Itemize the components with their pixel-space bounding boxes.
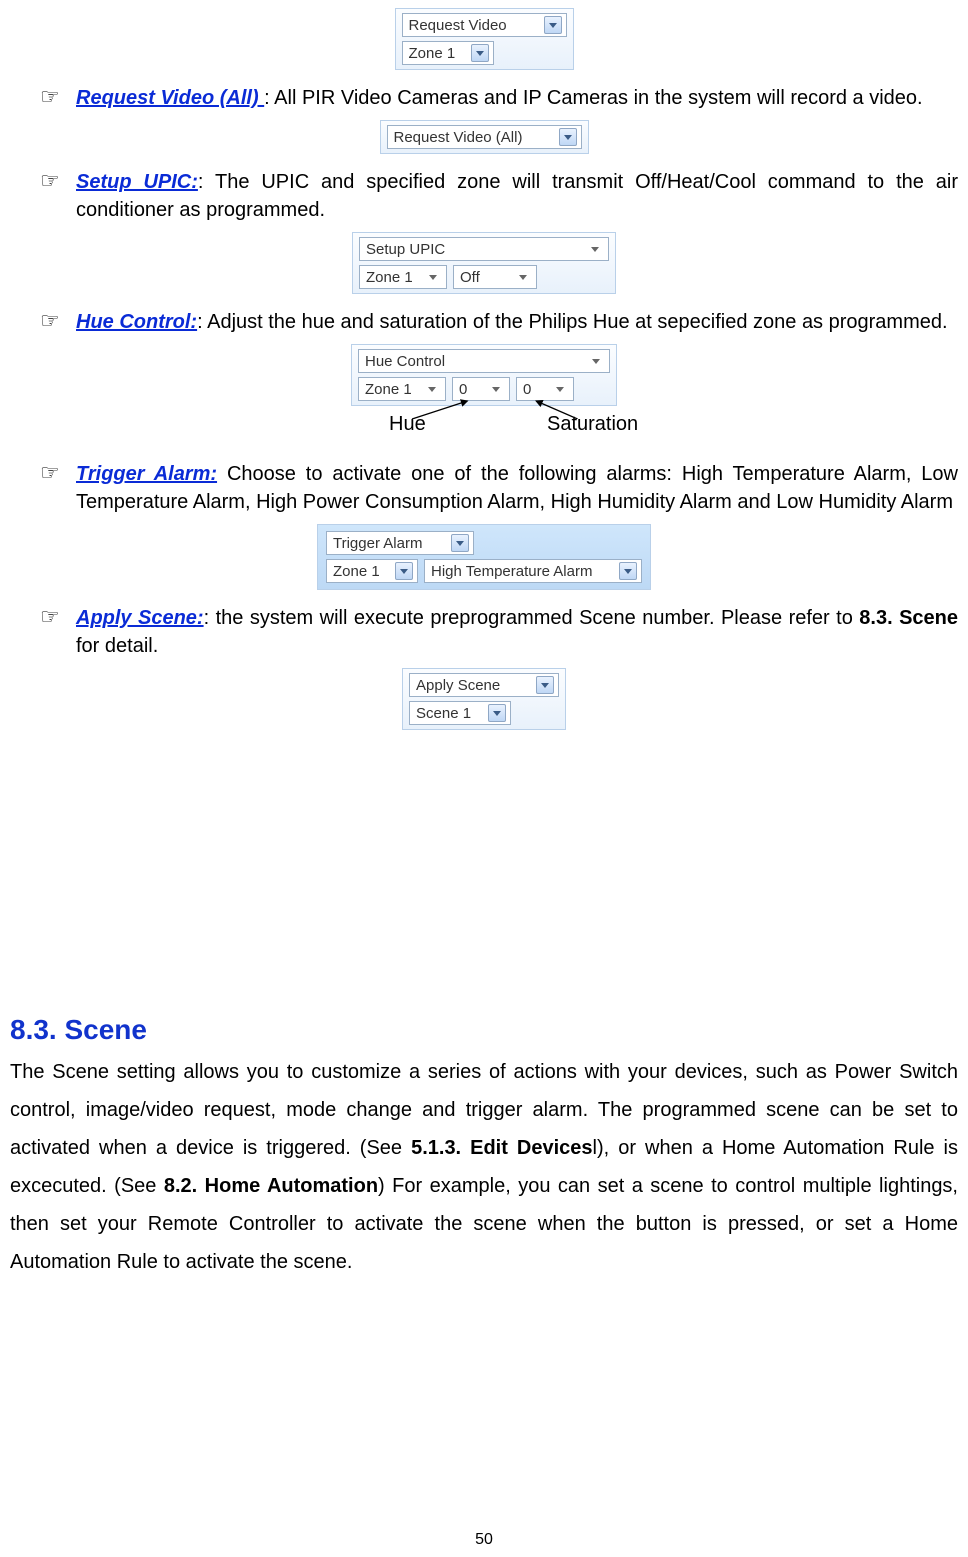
select-value: Setup UPIC xyxy=(366,239,445,260)
chevron-down-icon xyxy=(487,380,505,398)
request-video-zone-select[interactable]: Zone 1 xyxy=(402,41,494,65)
item-body: : The UPIC and specified zone will trans… xyxy=(76,171,958,221)
item-hue-control: ☞ Hue Control:: Adjust the hue and satur… xyxy=(40,308,958,336)
chevron-down-icon xyxy=(586,240,604,258)
scene-ref-edit-devices: 5.1.3. Edit Devices xyxy=(411,1137,592,1159)
item-title: Setup UPIC: xyxy=(76,171,198,193)
item-apply-scene: ☞ Apply Scene:: the system will execute … xyxy=(40,604,958,660)
pointer-icon: ☞ xyxy=(40,460,62,486)
request-video-all-select[interactable]: Request Video (All) xyxy=(387,125,582,149)
pointer-icon: ☞ xyxy=(40,84,62,110)
select-value: Zone 1 xyxy=(365,379,412,400)
saturation-value-select[interactable]: 0 xyxy=(516,377,574,401)
select-value: Request Video xyxy=(409,15,507,36)
pointer-icon: ☞ xyxy=(40,308,62,334)
chevron-down-icon xyxy=(424,268,442,286)
chevron-down-icon xyxy=(471,44,489,62)
chevron-down-icon xyxy=(514,268,532,286)
item-request-video-all: ☞ Request Video (All) : All PIR Video Ca… xyxy=(40,84,958,112)
upic-mode-select[interactable]: Off xyxy=(453,265,537,289)
item-body: : All PIR Video Cameras and IP Cameras i… xyxy=(264,87,922,109)
section-heading-scene: 8.3. Scene xyxy=(10,1010,958,1049)
item-title: Trigger Alarm: xyxy=(76,463,217,485)
hue-action-select[interactable]: Hue Control xyxy=(358,349,610,373)
select-value: Scene 1 xyxy=(416,703,471,724)
upic-zone-select[interactable]: Zone 1 xyxy=(359,265,447,289)
chevron-down-icon xyxy=(395,562,413,580)
trigger-zone-select[interactable]: Zone 1 xyxy=(326,559,418,583)
section-body-scene: The Scene setting allows you to customiz… xyxy=(10,1053,958,1281)
figure-trigger-alarm: Trigger Alarm Zone 1 High Temperature Al… xyxy=(10,524,958,590)
figure-hue-control: Hue Control Zone 1 0 0 xyxy=(10,344,958,406)
select-value: Zone 1 xyxy=(409,43,456,64)
item-title: Hue Control: xyxy=(76,311,197,333)
chevron-down-icon xyxy=(536,676,554,694)
apply-scene-number-select[interactable]: Scene 1 xyxy=(409,701,511,725)
trigger-alarm-type-select[interactable]: High Temperature Alarm xyxy=(424,559,642,583)
select-value: 0 xyxy=(523,379,531,400)
chevron-down-icon xyxy=(423,380,441,398)
request-video-action-select[interactable]: Request Video xyxy=(402,13,567,37)
select-value: Apply Scene xyxy=(416,675,500,696)
saturation-annotation-label: Saturation xyxy=(547,410,638,438)
figure-setup-upic: Setup UPIC Zone 1 Off xyxy=(10,232,958,294)
hue-value-select[interactable]: 0 xyxy=(452,377,510,401)
select-value: Zone 1 xyxy=(366,267,413,288)
figure-request-video-all: Request Video (All) xyxy=(10,120,958,154)
scene-ref-home-automation: 8.2. Home Automation xyxy=(164,1175,378,1197)
apply-scene-action-select[interactable]: Apply Scene xyxy=(409,673,559,697)
select-value: Trigger Alarm xyxy=(333,533,422,554)
pointer-icon: ☞ xyxy=(40,168,62,194)
item-body: : Adjust the hue and saturation of the P… xyxy=(197,311,947,333)
select-value: Zone 1 xyxy=(333,561,380,582)
chevron-down-icon xyxy=(619,562,637,580)
upic-action-select[interactable]: Setup UPIC xyxy=(359,237,609,261)
item-body-b: for detail. xyxy=(76,635,158,657)
select-value: High Temperature Alarm xyxy=(431,561,592,582)
select-value: 0 xyxy=(459,379,467,400)
figure-apply-scene: Apply Scene Scene 1 xyxy=(10,668,958,730)
chevron-down-icon xyxy=(544,16,562,34)
hue-zone-select[interactable]: Zone 1 xyxy=(358,377,446,401)
item-title: Apply Scene: xyxy=(76,607,204,629)
select-value: Request Video (All) xyxy=(394,127,523,148)
chevron-down-icon xyxy=(587,352,605,370)
item-setup-upic: ☞ Setup UPIC:: The UPIC and specified zo… xyxy=(40,168,958,224)
select-value: Hue Control xyxy=(365,351,445,372)
hue-annotation-label: Hue xyxy=(389,410,426,438)
item-body-a: : the system will execute preprogrammed … xyxy=(204,607,860,629)
figure-request-video: Request Video Zone 1 xyxy=(10,8,958,70)
trigger-action-select[interactable]: Trigger Alarm xyxy=(326,531,474,555)
chevron-down-icon xyxy=(551,380,569,398)
item-title: Request Video (All) xyxy=(76,87,264,109)
item-trigger-alarm: ☞ Trigger Alarm: Choose to activate one … xyxy=(40,460,958,516)
item-body-bold: 8.3. Scene xyxy=(859,607,958,629)
chevron-down-icon xyxy=(488,704,506,722)
select-value: Off xyxy=(460,267,480,288)
pointer-icon: ☞ xyxy=(40,604,62,630)
page-number: 50 xyxy=(10,1529,958,1551)
chevron-down-icon xyxy=(451,534,469,552)
chevron-down-icon xyxy=(559,128,577,146)
